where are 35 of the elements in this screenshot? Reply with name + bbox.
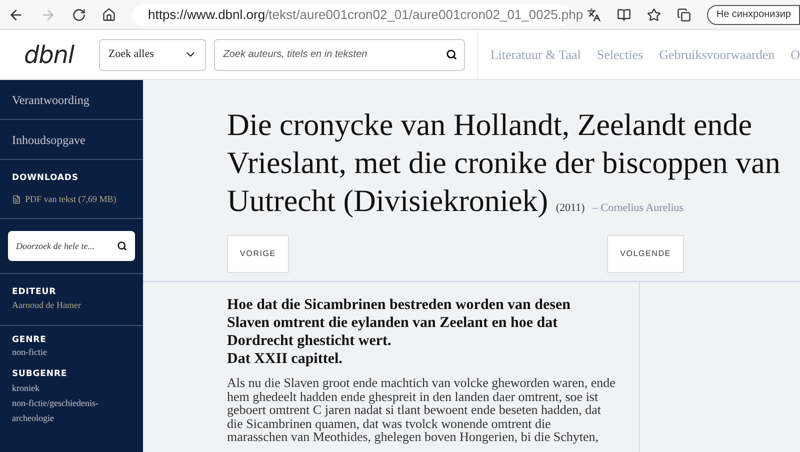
search-icon[interactable]	[446, 48, 458, 60]
profile-button[interactable]: Не синхронизир	[707, 4, 800, 24]
translate-icon[interactable]	[587, 8, 602, 22]
home-icon[interactable]	[102, 8, 116, 22]
body-text-line: hem ghedeelt hadden ende ghespreit in den landen daer omtrent, soe ist	[227, 390, 600, 404]
url-text: https://www.dbnl.org/tekst/aure001cron02_01/aure001cron02_01_0025.php	[148, 6, 584, 24]
reload-icon[interactable]	[72, 8, 86, 22]
download-link[interactable]: PDF van tekst (7,69 MB)	[25, 192, 116, 206]
page-title: Die cronycke van Hollandt, Zeelandt ende Vrieslant, met die cronike der biscoppen van Uutrecht (Divisiekroniek) (2011) – Cornelius Aurelius	[227, 106, 782, 220]
subgenre-value: kroniek	[12, 382, 40, 394]
file-icon	[12, 195, 21, 204]
previous-button[interactable]: VORIGE	[227, 235, 289, 273]
genre-value: non-fictie	[12, 346, 48, 360]
reader-icon[interactable]	[617, 8, 632, 22]
back-icon[interactable]	[8, 6, 24, 22]
search-icon[interactable]	[117, 241, 127, 252]
scope-select[interactable]: Zoek alles	[99, 38, 206, 70]
editor-name: Aarnoud de Hamer	[12, 299, 82, 312]
star-icon[interactable]	[647, 8, 662, 22]
section-heading: EDITEUR	[12, 286, 58, 299]
search-field[interactable]: Zoek auteurs, titels en in teksten	[214, 38, 466, 70]
subgenre-value: non-fictie/geschiedenis-archeologie	[12, 396, 100, 425]
chapter-heading: Hoe dat die Sicambrinen bestreden worden van desen Slaven omtrent die eylanden van Zeelant en hoe dat Dordrecht ghesticht wert.	[227, 296, 572, 350]
body-text-line: geboert omtrent C jaren nadat si tlant bewoent ende beseten hadden, dat	[227, 403, 602, 417]
next-button[interactable]: VOLGENDE	[607, 235, 684, 273]
section-heading: SUBGENRE	[12, 368, 68, 380]
sidebar-search-field[interactable]: Doorzoek de hele te...	[8, 231, 135, 262]
body-text-line: die Sicambrinen quamen, dat was tvolck wonende omtrent die	[227, 416, 551, 430]
section-heading: DOWNLOADS	[12, 172, 80, 185]
body-text-line: Als nu die Slaven groot ende machtich van volcke gheworden waren, ende	[227, 376, 616, 390]
site-logo[interactable]: dbnl	[24, 36, 74, 72]
body-text-line: marasschen van Meothides, ghelegen boven Hongerien, bi die Schyten,	[227, 430, 600, 444]
section-heading: GENRE	[12, 334, 48, 346]
chapter-heading: Dat XXII capittel.	[227, 350, 344, 368]
collections-icon[interactable]	[677, 8, 692, 22]
